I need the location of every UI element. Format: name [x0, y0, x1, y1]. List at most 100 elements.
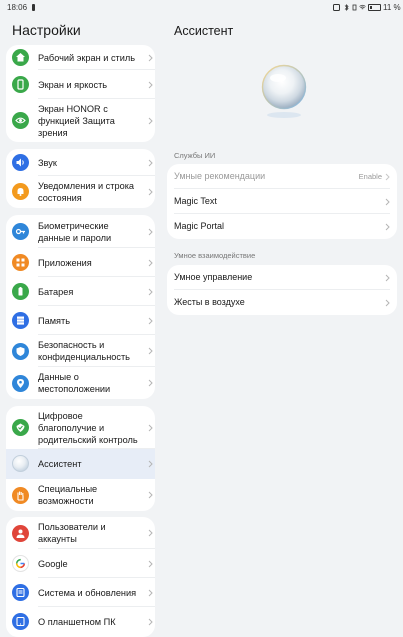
row-label: Жесты в воздухе	[174, 297, 245, 307]
settings-item-location[interactable]: Данные о местоположении	[6, 367, 155, 399]
section-smart-interaction-label: Умное взаимодействие	[174, 251, 256, 260]
location-pin-icon	[12, 375, 29, 392]
item-label: Цифровое благополучие и родительский кон…	[38, 411, 138, 445]
assistant-orb-icon	[261, 64, 307, 118]
magic-portal-row[interactable]: Magic Portal	[167, 214, 397, 239]
chevron-right-icon	[385, 299, 390, 307]
notification-dot-icon	[32, 4, 35, 11]
bluetooth-icon	[344, 4, 349, 11]
item-label: Память	[38, 316, 70, 326]
chevron-right-icon	[385, 173, 390, 181]
chevron-right-icon	[148, 81, 153, 89]
chevron-right-icon	[385, 198, 390, 206]
chevron-right-icon	[148, 379, 153, 387]
item-label: Данные о местоположении	[38, 372, 111, 394]
settings-item-users-accounts[interactable]: Пользователи и аккаунты	[6, 517, 155, 549]
chevron-right-icon	[148, 424, 153, 432]
settings-item-about-tablet[interactable]: О планшетном ПК	[6, 607, 155, 637]
item-label: О планшетном ПК	[38, 617, 116, 627]
wifi-icon	[359, 4, 366, 10]
sound-icon	[12, 154, 29, 171]
settings-title: Настройки	[12, 22, 81, 38]
apps-grid-icon	[12, 254, 29, 271]
chevron-right-icon	[148, 317, 153, 325]
item-label: Ассистент	[38, 459, 82, 469]
settings-item-accessibility[interactable]: Специальные возможности	[6, 479, 155, 511]
settings-item-battery[interactable]: Батарея	[6, 277, 155, 306]
battery-status-icon	[368, 4, 381, 11]
tablet-info-icon	[12, 613, 29, 630]
system-update-icon	[12, 584, 29, 601]
row-label: Magic Portal	[174, 221, 225, 231]
item-label: Батарея	[38, 287, 74, 297]
settings-item-assistant[interactable]: Ассистент	[6, 449, 155, 479]
item-label: Биометрические данные и пароли	[38, 221, 112, 243]
chevron-right-icon	[148, 560, 153, 568]
chevron-right-icon	[148, 54, 153, 62]
item-label: Пользователи и аккаунты	[38, 522, 106, 544]
battery-percent: 11 %	[383, 3, 401, 12]
eye-protection-icon	[12, 112, 29, 129]
settings-item-google[interactable]: Google	[6, 549, 155, 578]
settings-item-notifications[interactable]: Уведомления и строка состояния	[6, 176, 155, 208]
smart-interaction-group: Умное управление Жесты в воздухе	[167, 265, 397, 315]
notification-bell-icon	[12, 183, 29, 200]
settings-item-security-privacy[interactable]: Безопасность и конфиденциальность	[6, 335, 155, 367]
vibrate-icon	[352, 4, 357, 11]
key-icon	[12, 223, 29, 240]
row-label: Умные рекомендации	[174, 171, 266, 181]
chevron-right-icon	[385, 223, 390, 231]
settings-item-home-style[interactable]: Рабочий экран и стиль	[6, 45, 155, 70]
settings-group-wellbeing: Цифровое благополучие и родительский кон…	[6, 406, 155, 511]
google-icon	[12, 555, 29, 572]
settings-item-storage[interactable]: Память	[6, 306, 155, 335]
item-label: Система и обновления	[38, 588, 137, 598]
screen-record-icon	[333, 4, 340, 11]
item-label: Приложения	[38, 258, 92, 268]
chevron-right-icon	[148, 589, 153, 597]
chevron-right-icon	[148, 347, 153, 355]
item-label: Google	[38, 559, 68, 569]
ai-services-group: Умные рекомендации Enable Magic Text Mag…	[167, 164, 397, 239]
display-icon	[12, 76, 29, 93]
settings-item-system-updates[interactable]: Система и обновления	[6, 578, 155, 607]
item-label: Экран и яркость	[38, 80, 108, 90]
wellbeing-icon	[12, 419, 29, 436]
chevron-right-icon	[148, 460, 153, 468]
settings-group-accounts: Пользователи и аккаунты Google Система и…	[6, 517, 155, 637]
settings-group-sound: Звук Уведомления и строка состояния	[6, 149, 155, 208]
settings-item-apps[interactable]: Приложения	[6, 248, 155, 277]
settings-item-display[interactable]: Экран и яркость	[6, 70, 155, 99]
chevron-right-icon	[148, 529, 153, 537]
battery-icon	[12, 283, 29, 300]
smart-control-row[interactable]: Умное управление	[167, 265, 397, 290]
item-label: Рабочий экран и стиль	[38, 53, 136, 63]
settings-item-sound[interactable]: Звук	[6, 149, 155, 176]
row-label: Умное управление	[174, 272, 253, 282]
item-label: Звук	[38, 158, 57, 168]
settings-item-biometrics[interactable]: Биометрические данные и пароли	[6, 215, 155, 248]
assistant-orb-icon	[12, 455, 29, 472]
air-gestures-row[interactable]: Жесты в воздухе	[167, 290, 397, 315]
magic-text-row[interactable]: Magic Text	[167, 189, 397, 214]
home-style-icon	[12, 49, 29, 66]
user-icon	[12, 525, 29, 542]
chevron-right-icon	[148, 288, 153, 296]
settings-item-digital-wellbeing[interactable]: Цифровое благополучие и родительский кон…	[6, 406, 155, 449]
status-bar: 18:06 11 %	[0, 0, 403, 16]
settings-group-display: Рабочий экран и стиль Экран и яркость Эк…	[6, 45, 155, 142]
smart-recommendations-row[interactable]: Умные рекомендации Enable	[167, 164, 397, 189]
storage-icon	[12, 312, 29, 329]
item-label: Экран HONOR с функцией Защита зрения	[38, 104, 115, 138]
chevron-right-icon	[148, 188, 153, 196]
item-label: Специальные возможности	[38, 484, 98, 506]
row-label: Magic Text	[174, 196, 217, 206]
chevron-right-icon	[148, 491, 153, 499]
chevron-right-icon	[148, 117, 153, 125]
status-time: 18:06	[7, 3, 28, 12]
item-label: Уведомления и строка состояния	[38, 181, 135, 203]
chevron-right-icon	[148, 159, 153, 167]
chevron-right-icon	[385, 274, 390, 282]
settings-item-eye-protection[interactable]: Экран HONOR с функцией Защита зрения	[6, 99, 155, 142]
chevron-right-icon	[148, 618, 153, 626]
